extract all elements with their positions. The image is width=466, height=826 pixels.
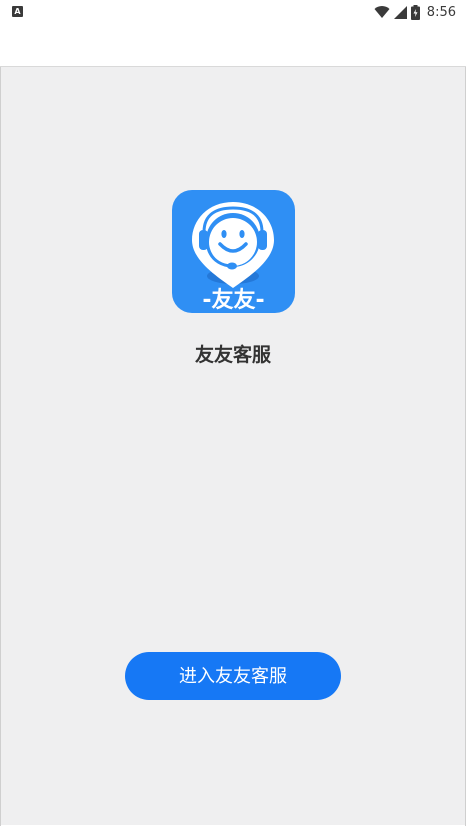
battery-icon: [410, 4, 420, 20]
notification-a-icon: A: [12, 6, 23, 17]
app-logo-text: -友友-: [202, 288, 264, 313]
app-screen: A 8:56 -友友- 友友客服 进入友友客服: [0, 0, 466, 826]
signal-icon: [393, 5, 407, 19]
top-app-bar: [0, 24, 466, 67]
customer-service-headset-icon: -友友-: [192, 202, 274, 313]
left-divider: [0, 67, 1, 826]
wifi-icon: [374, 5, 390, 18]
app-name-title: 友友客服: [194, 344, 271, 366]
enter-service-button[interactable]: 进入友友客服: [125, 652, 341, 700]
main-content: [1, 67, 465, 825]
status-time: 8:56: [426, 4, 456, 20]
status-indicators: 8:56: [374, 3, 456, 21]
app-logo-icon: -友友-: [172, 190, 295, 313]
status-bar: A 8:56: [0, 0, 466, 24]
